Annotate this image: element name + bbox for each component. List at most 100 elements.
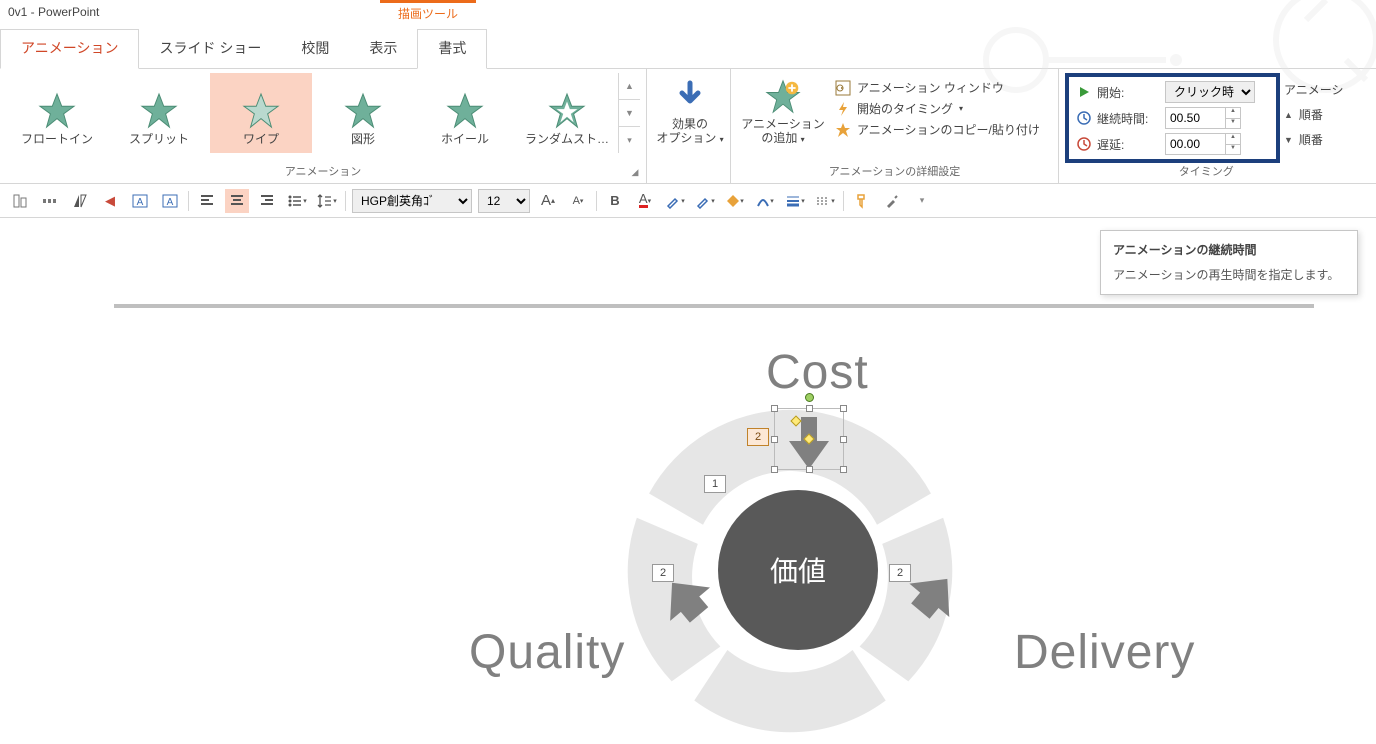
tab-view[interactable]: 表示 [349, 30, 417, 68]
slide-canvas[interactable]: Cost Quality Delivery 価値 [100, 230, 1376, 718]
gallery-item-floatin[interactable]: フロートイン [6, 73, 108, 153]
arrow-down-icon [672, 79, 708, 115]
flip-icon[interactable] [68, 189, 92, 213]
sel-handle-s[interactable] [806, 466, 813, 473]
eyedropper2-icon[interactable]: ▾ [693, 189, 717, 213]
delay-clock-icon [1077, 137, 1091, 151]
gallery-down-button[interactable]: ▼ [619, 100, 640, 127]
lightning-icon [835, 101, 851, 117]
gallery-item-split[interactable]: スプリット [108, 73, 210, 153]
bullets-icon[interactable]: ▾ [285, 189, 309, 213]
gallery-up-button[interactable]: ▲ [619, 73, 640, 100]
start-label: 開始: [1097, 84, 1159, 101]
svg-text:A: A [137, 197, 144, 208]
clock-icon [1077, 111, 1091, 125]
delay-up[interactable]: ▲ [1226, 134, 1240, 145]
window-title: 0v1 - PowerPoint [8, 5, 99, 19]
effect-options-button[interactable]: 効果のオプション ▾ [653, 73, 727, 146]
label-delivery[interactable]: Delivery [1014, 625, 1195, 680]
tooltip-duration: アニメーションの継続時間 アニメーションの再生時間を指定します。 [1100, 230, 1358, 295]
rotate-handle[interactable] [805, 393, 814, 402]
animation-painter-button[interactable]: アニメーションのコピー/貼り付け [835, 121, 1040, 138]
overflow-icon[interactable]: ▾ [910, 189, 934, 213]
anim-tag-left[interactable]: 2 [652, 564, 674, 582]
gallery-item-shape[interactable]: 図形 [312, 73, 414, 153]
sel-handle-se[interactable] [840, 466, 847, 473]
duration-down[interactable]: ▼ [1226, 119, 1240, 129]
tab-format[interactable]: 書式 [417, 29, 487, 69]
start-select[interactable]: クリック時 [1165, 81, 1255, 103]
adj-handle-1[interactable] [790, 415, 801, 426]
textbox-a-icon[interactable]: A [128, 189, 152, 213]
sel-handle-nw[interactable] [771, 405, 778, 412]
shape-fill-icon[interactable]: ▾ [723, 189, 747, 213]
painter-star-icon [835, 122, 851, 138]
play-icon [1077, 85, 1091, 99]
title-underline [114, 304, 1314, 308]
font-select[interactable]: HGP創英角ｺﾞ [352, 189, 472, 213]
delay-spinner[interactable]: ▲▼ [1165, 133, 1241, 155]
distribute-icon[interactable] [38, 189, 62, 213]
delay-label: 遅延: [1097, 136, 1159, 153]
anim-tag-top[interactable]: 2 [747, 428, 769, 446]
line-spacing-icon[interactable]: ▾ [315, 189, 339, 213]
brush-icon[interactable] [880, 189, 904, 213]
reorder-column: アニメーシ ▲順番 ▼順番 [1282, 73, 1348, 163]
tab-slideshow[interactable]: スライド ショー [139, 30, 281, 68]
shape-outline-icon[interactable]: ▾ [753, 189, 777, 213]
pane-icon [835, 80, 851, 96]
sel-handle-e[interactable] [840, 436, 847, 443]
dialog-launcher-animation[interactable]: ◢ [628, 167, 642, 181]
align-right-icon[interactable] [255, 189, 279, 213]
shrink-font-icon[interactable]: A▾ [566, 189, 590, 213]
tab-review[interactable]: 校閲 [281, 30, 349, 68]
bold-icon[interactable]: B [603, 189, 627, 213]
add-animation-button[interactable]: アニメーションの追加 ▾ [737, 73, 829, 146]
star-plus-icon [765, 79, 801, 115]
textbox-v-icon[interactable]: A [158, 189, 182, 213]
delay-input[interactable] [1165, 133, 1225, 155]
gallery-item-randomstripes[interactable]: ランダムスト… [516, 73, 618, 153]
duration-label: 継続時間: [1097, 110, 1159, 127]
gallery-item-wipe[interactable]: ワイプ [210, 73, 312, 153]
label-quality[interactable]: Quality [469, 625, 625, 680]
sel-handle-sw[interactable] [771, 466, 778, 473]
tooltip-title: アニメーションの継続時間 [1113, 241, 1345, 258]
duration-up[interactable]: ▲ [1226, 108, 1240, 119]
delay-down[interactable]: ▼ [1226, 145, 1240, 155]
align-objects-icon[interactable] [8, 189, 32, 213]
sel-handle-ne[interactable] [840, 405, 847, 412]
svg-text:A: A [167, 197, 174, 208]
animation-gallery: フロートイン スプリット ワイプ 図形 ホイール ランダムスト… [6, 73, 640, 153]
prev-icon[interactable]: ◀ [98, 189, 122, 213]
eyedropper1-icon[interactable]: ▾ [663, 189, 687, 213]
font-color-icon[interactable]: A▾ [633, 189, 657, 213]
line-weight-icon[interactable]: ▾ [783, 189, 807, 213]
move-later-button[interactable]: ▼順番 [1284, 131, 1344, 148]
anim-tag-right[interactable]: 2 [889, 564, 911, 582]
sel-handle-w[interactable] [771, 436, 778, 443]
dashes-icon[interactable]: ▾ [813, 189, 837, 213]
animation-pane-button[interactable]: アニメーション ウィンドウ [835, 79, 1040, 96]
anim-tag-mid[interactable]: 1 [704, 475, 726, 493]
adj-handle-2[interactable] [803, 433, 814, 444]
label-cost[interactable]: Cost [766, 345, 869, 400]
selection-box [774, 408, 844, 470]
group-label-animation: アニメーション [6, 163, 640, 181]
center-circle[interactable]: 価値 [718, 490, 878, 650]
align-center-icon[interactable] [225, 189, 249, 213]
move-earlier-button[interactable]: ▲順番 [1284, 106, 1344, 123]
align-left-icon[interactable] [195, 189, 219, 213]
fontsize-select[interactable]: 12 [478, 189, 530, 213]
duration-input[interactable] [1165, 107, 1225, 129]
sel-handle-n[interactable] [806, 405, 813, 412]
gallery-item-wheel[interactable]: ホイール [414, 73, 516, 153]
tab-animation[interactable]: アニメーション [0, 29, 139, 69]
format-painter-icon[interactable] [850, 189, 874, 213]
duration-spinner[interactable]: ▲▼ [1165, 107, 1241, 129]
grow-font-icon[interactable]: A▴ [536, 189, 560, 213]
gallery-more-button[interactable]: ▾ [619, 127, 640, 153]
ribbon-tabs: アニメーション スライド ショー 校閲 表示 書式 [0, 24, 1376, 69]
slide: Cost Quality Delivery 価値 [114, 230, 1314, 718]
trigger-button[interactable]: 開始のタイミング ▾ [835, 100, 1040, 117]
